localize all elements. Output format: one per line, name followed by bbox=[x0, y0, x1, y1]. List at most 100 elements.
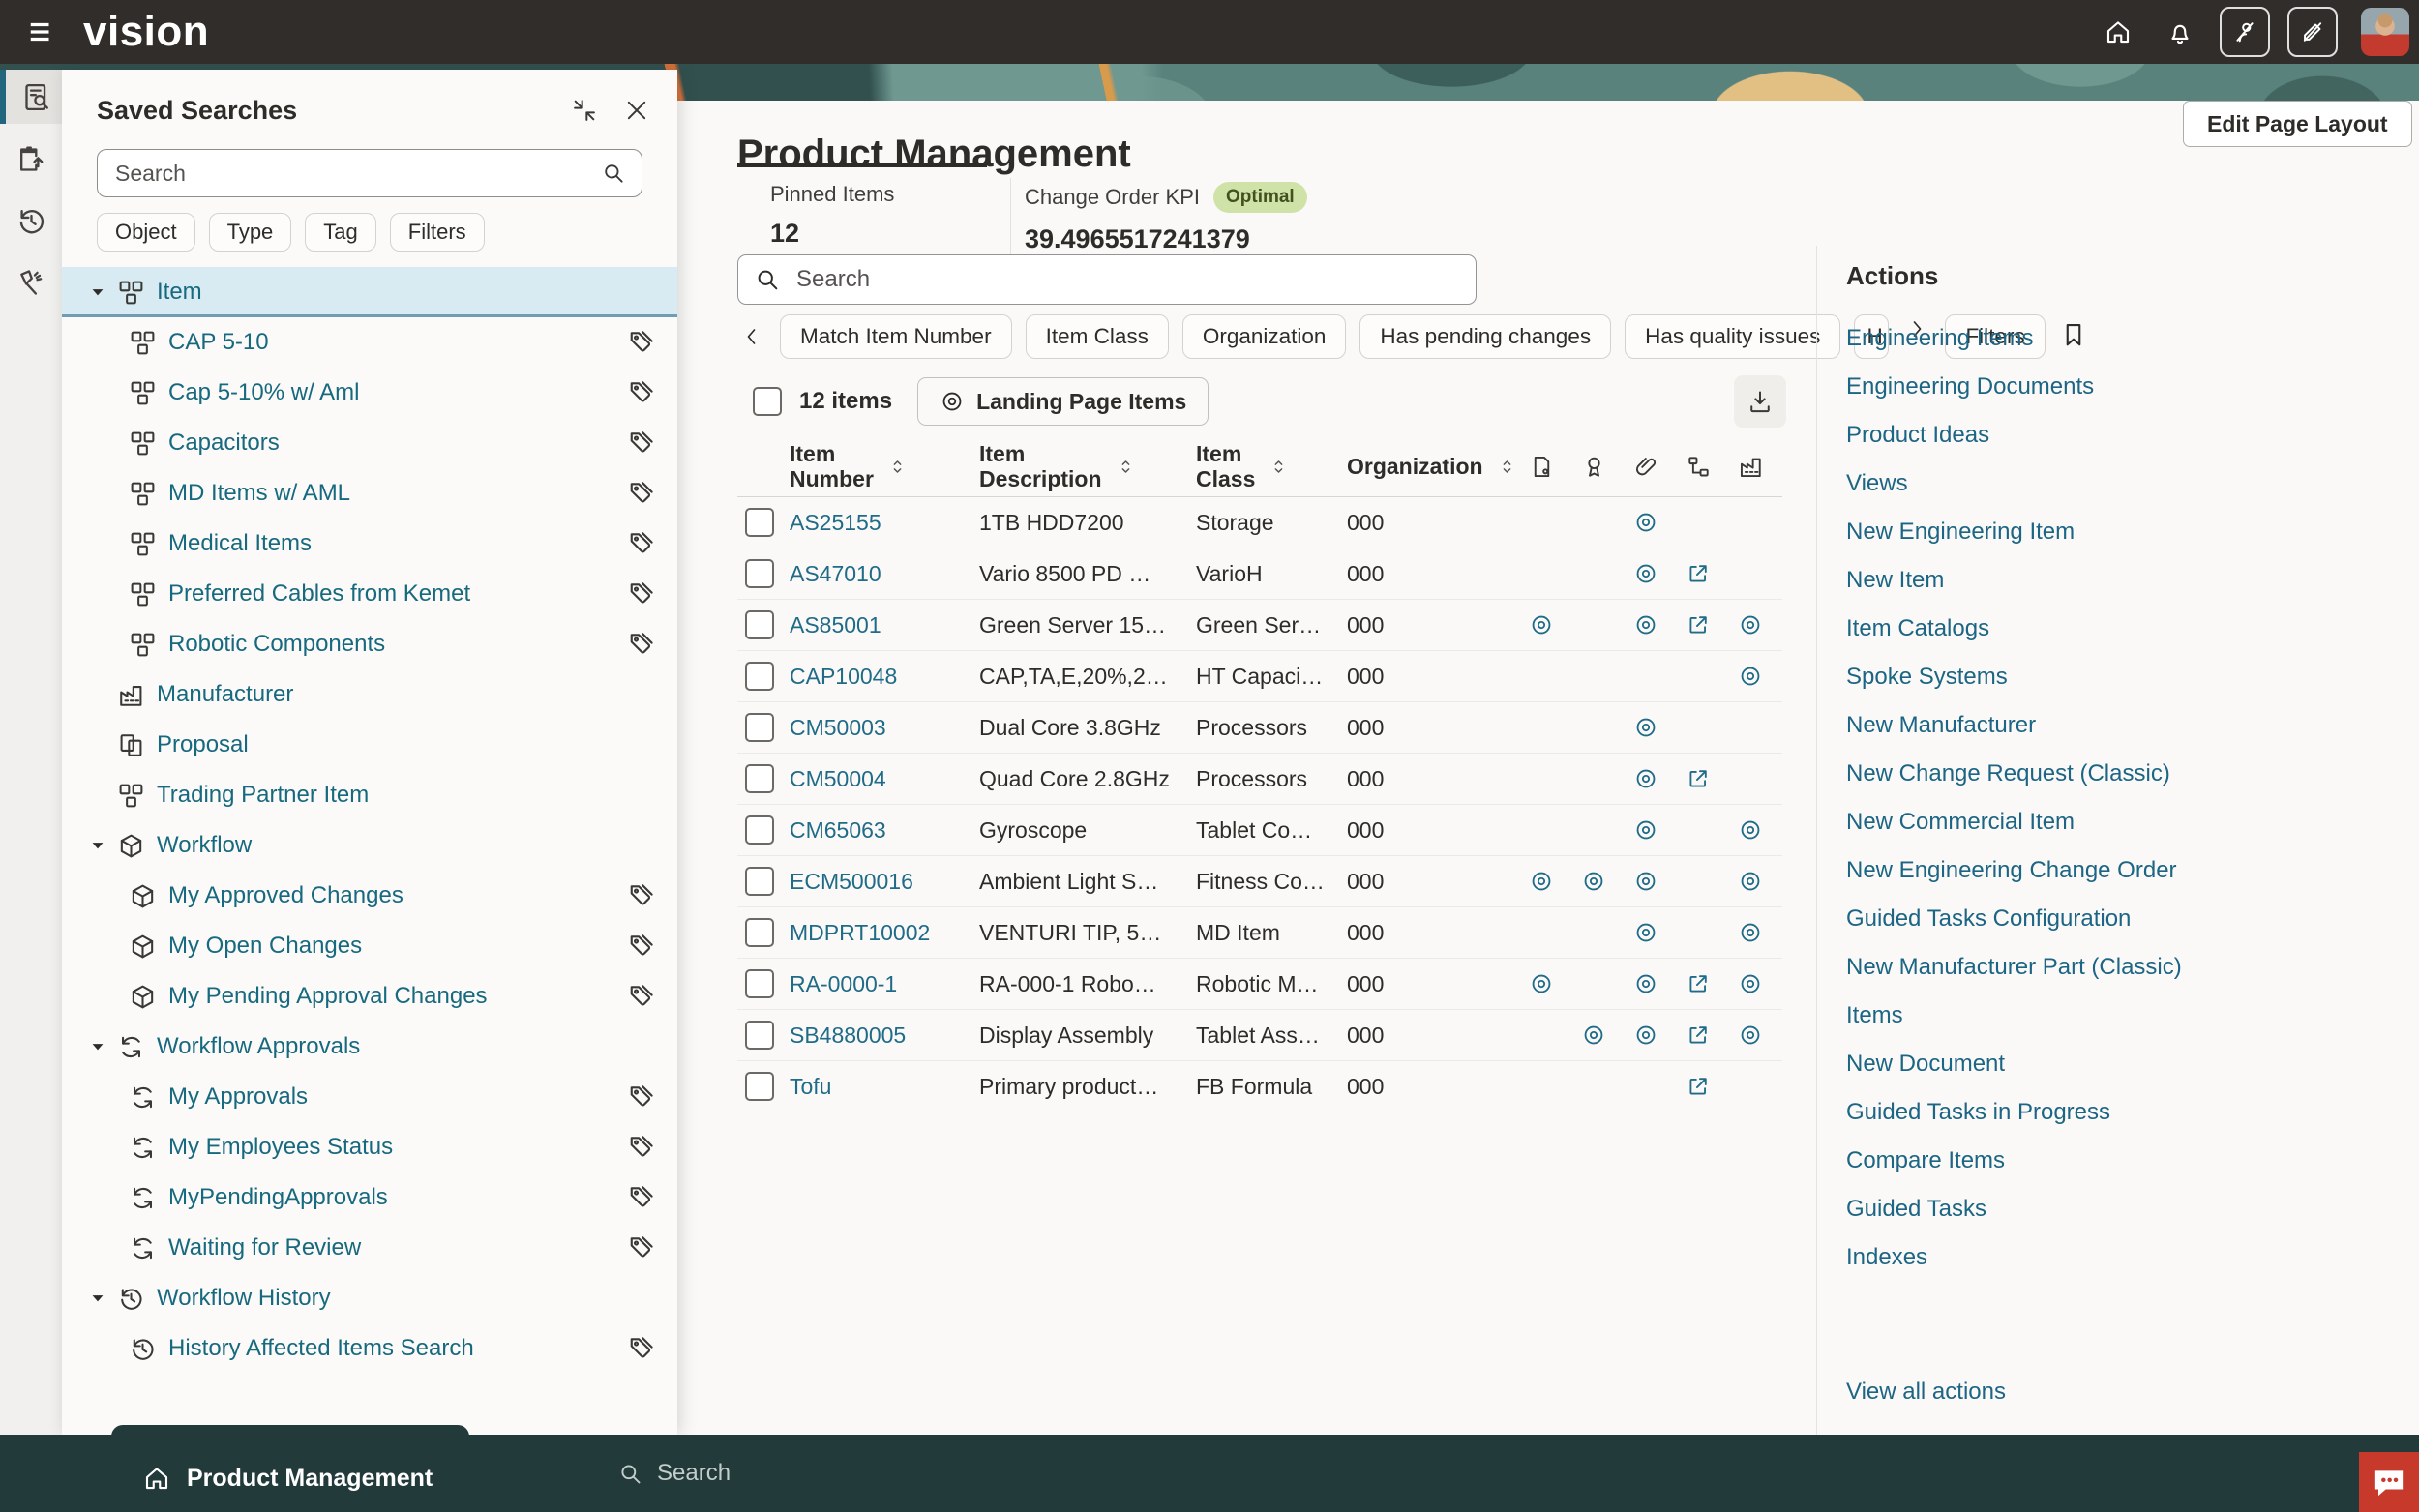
select-all-checkbox[interactable] bbox=[753, 387, 782, 416]
row-checkbox[interactable] bbox=[745, 815, 774, 845]
item-number-link[interactable]: RA-0000-1 bbox=[790, 971, 897, 996]
action-link[interactable]: Items bbox=[1846, 992, 2419, 1040]
attachment-indicator-icon[interactable] bbox=[1620, 510, 1672, 535]
edit-page-layout-button[interactable]: Edit Page Layout bbox=[2183, 101, 2412, 147]
attachment-indicator-icon[interactable] bbox=[1620, 766, 1672, 791]
action-link[interactable]: Engineering Documents bbox=[1846, 363, 2419, 411]
tags-icon[interactable] bbox=[627, 1182, 658, 1213]
action-link[interactable]: Item Catalogs bbox=[1846, 605, 2419, 653]
filter-chip[interactable]: Has quality issues bbox=[1625, 314, 1840, 359]
tags-icon[interactable] bbox=[627, 528, 658, 559]
tree-item[interactable]: CAP 5-10 bbox=[62, 317, 677, 368]
structure-indicator-icon[interactable] bbox=[1672, 1074, 1724, 1099]
panel-chip[interactable]: Object bbox=[97, 213, 195, 252]
row-checkbox[interactable] bbox=[745, 1072, 774, 1101]
column-item-description[interactable]: Item Description bbox=[979, 441, 1196, 492]
tags-icon[interactable] bbox=[627, 931, 658, 962]
item-number-link[interactable]: Tofu bbox=[790, 1074, 831, 1099]
filter-chip[interactable]: Has pending changes bbox=[1359, 314, 1611, 359]
attachment-indicator-icon[interactable] bbox=[1620, 715, 1672, 740]
structure-indicator-icon[interactable] bbox=[1672, 971, 1724, 996]
tags-icon[interactable] bbox=[627, 377, 658, 408]
bottom-search[interactable]: Search bbox=[617, 1435, 731, 1512]
row-checkbox[interactable] bbox=[745, 1021, 774, 1050]
sort-icon[interactable] bbox=[1269, 457, 1289, 477]
action-link[interactable]: Product Ideas bbox=[1846, 411, 2419, 460]
rail-item[interactable] bbox=[0, 70, 68, 124]
attachment-indicator-icon[interactable] bbox=[1620, 612, 1672, 637]
chevron-left-icon[interactable] bbox=[737, 322, 766, 351]
filter-chip[interactable]: Organization bbox=[1182, 314, 1347, 359]
filter-chip[interactable]: Match Item Number bbox=[780, 314, 1012, 359]
attachment-indicator-icon[interactable] bbox=[1620, 1023, 1672, 1048]
tree-item[interactable]: History Affected Items Search bbox=[62, 1323, 677, 1374]
action-link[interactable]: New Commercial Item bbox=[1846, 798, 2419, 846]
whereused-indicator-icon[interactable] bbox=[1724, 971, 1777, 996]
impersonation-off-icon[interactable] bbox=[2220, 7, 2270, 57]
structure-indicator-icon[interactable] bbox=[1672, 561, 1724, 586]
tags-icon[interactable] bbox=[627, 880, 658, 911]
whereused-indicator-icon[interactable] bbox=[1724, 869, 1777, 894]
row-checkbox[interactable] bbox=[745, 918, 774, 947]
whereused-indicator-icon[interactable] bbox=[1724, 817, 1777, 843]
notifications-bell-icon[interactable] bbox=[2158, 10, 2202, 54]
attachment-indicator-icon[interactable] bbox=[1620, 561, 1672, 586]
whereused-indicator-icon[interactable] bbox=[1724, 612, 1777, 637]
tree-item[interactable]: Robotic Components bbox=[62, 619, 677, 669]
tree-item[interactable]: MD Items w/ AML bbox=[62, 468, 677, 519]
doc-indicator-icon[interactable] bbox=[1515, 869, 1568, 894]
row-checkbox[interactable] bbox=[745, 559, 774, 588]
bottom-tab-product-management[interactable]: Product Management bbox=[111, 1425, 469, 1512]
item-number-link[interactable]: CM50004 bbox=[790, 766, 886, 791]
tree-item[interactable]: My Employees Status bbox=[62, 1122, 677, 1172]
tree-item[interactable]: Trading Partner Item bbox=[62, 770, 677, 820]
sort-icon[interactable] bbox=[1497, 457, 1517, 477]
tree-item[interactable]: My Open Changes bbox=[62, 921, 677, 971]
tree-item[interactable]: Waiting for Review bbox=[62, 1223, 677, 1273]
structure-indicator-icon[interactable] bbox=[1672, 612, 1724, 637]
tree-item[interactable]: My Approved Changes bbox=[62, 871, 677, 921]
hamburger-menu-icon[interactable] bbox=[19, 10, 64, 54]
action-link[interactable]: New Engineering Change Order bbox=[1846, 846, 2419, 895]
caret-down-icon[interactable] bbox=[81, 829, 114, 862]
panel-chip[interactable]: Filters bbox=[390, 213, 485, 252]
item-number-link[interactable]: AS25155 bbox=[790, 510, 881, 535]
action-link[interactable]: New Document bbox=[1846, 1040, 2419, 1088]
rail-item[interactable] bbox=[0, 132, 62, 186]
panel-search-input[interactable] bbox=[113, 160, 601, 188]
sort-icon[interactable] bbox=[1116, 457, 1136, 477]
action-link[interactable]: New Manufacturer Part (Classic) bbox=[1846, 943, 2419, 992]
attachment-indicator-icon[interactable] bbox=[1620, 817, 1672, 843]
row-checkbox[interactable] bbox=[745, 969, 774, 998]
item-number-link[interactable]: ECM500016 bbox=[790, 869, 913, 894]
panel-chip[interactable]: Type bbox=[209, 213, 292, 252]
action-link[interactable]: Compare Items bbox=[1846, 1137, 2419, 1185]
caret-down-icon[interactable] bbox=[81, 1030, 114, 1063]
tree-item[interactable]: Item bbox=[62, 267, 677, 317]
row-checkbox[interactable] bbox=[745, 610, 774, 639]
download-icon[interactable] bbox=[1734, 375, 1786, 428]
tree-item[interactable]: Capacitors bbox=[62, 418, 677, 468]
attachment-indicator-icon[interactable] bbox=[1620, 920, 1672, 945]
column-organization[interactable]: Organization bbox=[1347, 454, 1515, 479]
tags-icon[interactable] bbox=[627, 327, 658, 358]
caret-down-icon[interactable] bbox=[81, 1282, 114, 1315]
filter-chip[interactable]: Item Class bbox=[1026, 314, 1169, 359]
tree-item[interactable]: Workflow History bbox=[62, 1273, 677, 1323]
item-number-link[interactable]: AS85001 bbox=[790, 612, 881, 637]
landing-page-items-button[interactable]: Landing Page Items bbox=[917, 377, 1209, 426]
tree-item[interactable]: Manufacturer bbox=[62, 669, 677, 720]
tags-icon[interactable] bbox=[627, 1132, 658, 1163]
tree-item[interactable]: MyPendingApprovals bbox=[62, 1172, 677, 1223]
row-checkbox[interactable] bbox=[745, 508, 774, 537]
user-avatar[interactable] bbox=[2361, 8, 2409, 56]
caret-down-icon[interactable] bbox=[81, 276, 114, 309]
tree-item[interactable]: Workflow Approvals bbox=[62, 1022, 677, 1072]
tags-icon[interactable] bbox=[627, 578, 658, 609]
action-link[interactable]: New Engineering Item bbox=[1846, 508, 2419, 556]
main-search-input[interactable] bbox=[794, 265, 1460, 294]
tags-icon[interactable] bbox=[627, 629, 658, 660]
tags-icon[interactable] bbox=[627, 478, 658, 509]
rail-item[interactable] bbox=[0, 193, 62, 248]
row-checkbox[interactable] bbox=[745, 662, 774, 691]
